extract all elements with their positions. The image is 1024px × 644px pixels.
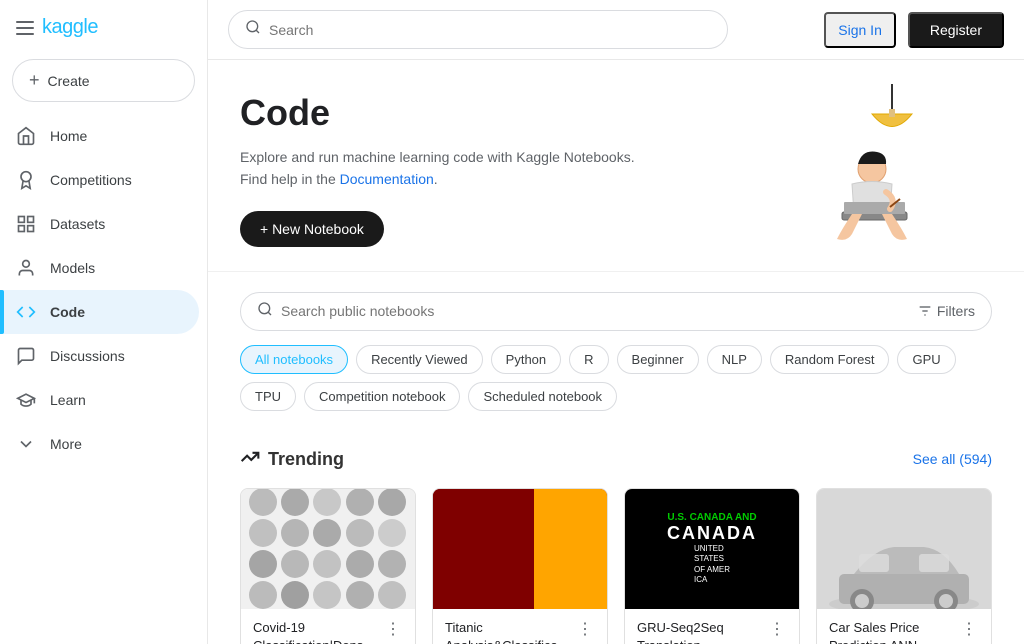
models-icon	[16, 258, 36, 278]
notebook-title-covid: Covid-19 Classification|Dens	[253, 619, 383, 644]
notebook-thumb-gru: U.S. CANADA AND CANADA UNITEDSTATESOF AM…	[625, 489, 799, 609]
sidebar-item-datasets[interactable]: Datasets	[0, 202, 199, 246]
sidebar-item-code-label: Code	[50, 304, 85, 320]
chip-competition-notebook[interactable]: Competition notebook	[304, 382, 460, 411]
page-title: Code	[240, 92, 660, 134]
sidebar-item-more-label: More	[50, 436, 82, 452]
notebook-more-icon-covid[interactable]: ⋮	[383, 619, 403, 639]
global-search-icon	[245, 19, 261, 40]
logo-area[interactable]: kaggle	[0, 8, 207, 55]
sidebar-item-models[interactable]: Models	[0, 246, 199, 290]
chip-random-forest[interactable]: Random Forest	[770, 345, 890, 374]
logo-text: kaggle	[42, 16, 98, 39]
notebook-title-titanic: Titanic Analysis&Classifica	[445, 619, 575, 644]
notebook-card-titanic[interactable]: Titanic Analysis&Classifica ⋮	[432, 488, 608, 644]
notebook-thumb-covid	[241, 489, 415, 609]
top-bar: Sign In Register	[208, 0, 1024, 60]
trending-section: Trending See all (594)	[208, 431, 1024, 644]
notebook-card-car[interactable]: Car Sales Price Prediction ANN - ⋮	[816, 488, 992, 644]
notebooks-grid: Covid-19 Classification|Dens ⋮ Titanic A…	[240, 488, 992, 644]
chip-beginner[interactable]: Beginner	[617, 345, 699, 374]
sidebar-item-models-label: Models	[50, 260, 95, 276]
home-icon	[16, 126, 36, 146]
learn-icon	[16, 390, 36, 410]
hamburger-menu[interactable]	[16, 21, 34, 35]
notebook-info-covid: Covid-19 Classification|Dens ⋮	[241, 609, 415, 644]
code-icon	[16, 302, 36, 322]
sidebar-item-discussions[interactable]: Discussions	[0, 334, 199, 378]
notebook-title-car: Car Sales Price Prediction ANN -	[829, 619, 959, 644]
trending-title-text: Trending	[268, 449, 344, 470]
chip-recently-viewed[interactable]: Recently Viewed	[356, 345, 483, 374]
notebook-info-gru: GRU-Seq2Seq Translation ⋮	[625, 609, 799, 644]
covid-grid	[241, 489, 415, 609]
trending-icon	[240, 447, 260, 472]
notebook-thumb-titanic	[433, 489, 607, 609]
notebook-more-icon-gru[interactable]: ⋮	[767, 619, 787, 639]
sidebar-item-home[interactable]: Home	[0, 114, 199, 158]
sidebar-item-discussions-label: Discussions	[50, 348, 125, 364]
filter-chips-container: All notebooks Recently Viewed Python R B…	[240, 345, 992, 411]
chip-scheduled-notebook[interactable]: Scheduled notebook	[468, 382, 617, 411]
notebook-card-gru[interactable]: U.S. CANADA AND CANADA UNITEDSTATESOF AM…	[624, 488, 800, 644]
chip-nlp[interactable]: NLP	[707, 345, 762, 374]
hero-section: Code Explore and run machine learning co…	[208, 60, 1024, 272]
see-all-link[interactable]: See all (594)	[913, 451, 992, 467]
notebook-title-gru: GRU-Seq2Seq Translation	[637, 619, 767, 644]
register-button[interactable]: Register	[908, 12, 1004, 48]
notebook-more-icon-car[interactable]: ⋮	[959, 619, 979, 639]
datasets-icon	[16, 214, 36, 234]
create-plus-icon: +	[29, 70, 40, 91]
hero-description: Explore and run machine learning code wi…	[240, 146, 660, 191]
filters-button[interactable]: Filters	[917, 303, 975, 319]
hero-text: Code Explore and run machine learning co…	[240, 92, 660, 247]
sidebar-item-competitions[interactable]: Competitions	[0, 158, 199, 202]
kaggle-logo: kaggle	[42, 16, 98, 39]
filters-section: Filters All notebooks Recently Viewed Py…	[208, 272, 1024, 431]
sidebar: kaggle + Create Home Competitions Datase…	[0, 0, 208, 644]
notebooks-search-input[interactable]	[281, 303, 909, 319]
discussions-icon	[16, 346, 36, 366]
notebook-more-icon-titanic[interactable]: ⋮	[575, 619, 595, 639]
sidebar-item-code[interactable]: Code	[0, 290, 199, 334]
create-label: Create	[48, 73, 90, 89]
sidebar-item-learn[interactable]: Learn	[0, 378, 199, 422]
notebooks-search-bar[interactable]: Filters	[240, 292, 992, 331]
filters-label: Filters	[937, 303, 975, 319]
chip-tpu[interactable]: TPU	[240, 382, 296, 411]
documentation-link[interactable]: Documentation	[340, 171, 434, 187]
notebook-thumb-car	[817, 489, 991, 609]
sidebar-item-competitions-label: Competitions	[50, 172, 132, 188]
hero-illustration	[772, 84, 992, 244]
more-chevron-icon	[16, 434, 36, 454]
global-search-bar[interactable]	[228, 10, 728, 49]
global-search-input[interactable]	[269, 22, 711, 38]
sign-in-button[interactable]: Sign In	[824, 12, 896, 48]
sidebar-item-home-label: Home	[50, 128, 87, 144]
create-button[interactable]: + Create	[12, 59, 195, 102]
chip-r[interactable]: R	[569, 345, 608, 374]
notebook-info-titanic: Titanic Analysis&Classifica ⋮	[433, 609, 607, 644]
sidebar-item-more[interactable]: More	[0, 422, 199, 466]
trending-title: Trending	[240, 447, 344, 472]
main-content: Sign In Register Code Explore and run ma…	[208, 0, 1024, 644]
sidebar-item-datasets-label: Datasets	[50, 216, 105, 232]
trending-header: Trending See all (594)	[240, 447, 992, 472]
notebook-info-car: Car Sales Price Prediction ANN - ⋮	[817, 609, 991, 644]
competitions-icon	[16, 170, 36, 190]
top-bar-right: Sign In Register	[824, 12, 1004, 48]
chip-gpu[interactable]: GPU	[897, 345, 955, 374]
notebook-card-covid[interactable]: Covid-19 Classification|Dens ⋮	[240, 488, 416, 644]
new-notebook-button[interactable]: + New Notebook	[240, 211, 384, 247]
notebooks-search-icon	[257, 301, 273, 322]
chip-python[interactable]: Python	[491, 345, 561, 374]
chip-all-notebooks[interactable]: All notebooks	[240, 345, 348, 374]
sidebar-item-learn-label: Learn	[50, 392, 86, 408]
